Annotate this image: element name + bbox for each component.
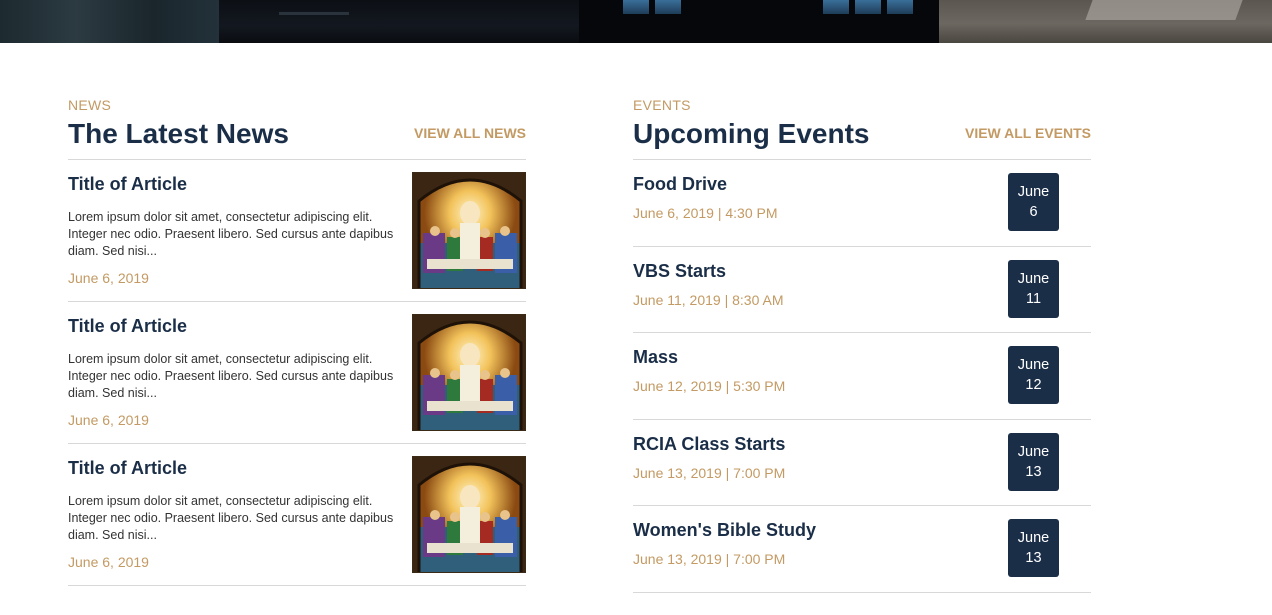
hero-image-segment [579,0,939,43]
article-title[interactable]: Title of Article [68,174,187,195]
hero-image-segment [0,0,219,43]
event-datetime: June 13, 2019 | 7:00 PM [633,551,786,568]
event-item[interactable]: VBS Starts June 11, 2019 | 8:30 AM June … [633,247,1091,334]
badge-month: June [1017,184,1050,200]
article-date: June 6, 2019 [68,270,149,286]
events-section: EVENTS Upcoming Events VIEW ALL EVENTS F… [633,96,1091,593]
article-thumbnail[interactable] [412,314,526,431]
event-item[interactable]: RCIA Class Starts June 13, 2019 | 7:00 P… [633,420,1091,507]
badge-month: June [1017,443,1050,460]
event-item[interactable]: Women's Bible Study June 13, 2019 | 7:00… [633,506,1091,593]
news-eyebrow: NEWS [68,97,112,113]
hero-image-segment [219,0,579,43]
badge-day: 12 [1025,377,1042,394]
event-datetime: June 11, 2019 | 8:30 AM [633,291,784,308]
event-datetime: June 12, 2019 | 5:30 PM [633,378,786,395]
badge-day: 13 [1025,550,1042,567]
badge-month: June [1017,357,1050,374]
article-date: June 6, 2019 [68,412,149,428]
hero-image-segment [939,0,1272,43]
badge-month: June [1017,530,1050,547]
event-title[interactable]: RCIA Class Starts [633,434,785,455]
events-heading: Upcoming Events [633,118,870,149]
news-article[interactable]: Title of Article Lorem ipsum dolor sit a… [68,160,526,302]
event-datetime: June 13, 2019 | 7:00 PM [633,464,786,481]
view-all-events-link[interactable]: VIEW ALL EVENTS [965,124,1091,142]
event-date-badge: June 6 [1008,173,1059,231]
view-all-news-link[interactable]: VIEW ALL NEWS [414,124,526,142]
news-article[interactable]: Title of Article Lorem ipsum dolor sit a… [68,302,526,444]
event-date-badge: June 13 [1008,432,1059,491]
article-excerpt: Lorem ipsum dolor sit amet, consectetur … [68,210,394,258]
event-title[interactable]: VBS Starts [633,261,726,282]
event-datetime: June 6, 2019 | 4:30 PM [633,205,778,221]
event-date-badge: June 11 [1008,259,1059,318]
news-header: The Latest News VIEW ALL NEWS [68,114,526,160]
event-title[interactable]: Food Drive [633,174,727,195]
event-date-badge: June 12 [1008,346,1059,405]
event-item[interactable]: Food Drive June 6, 2019 | 4:30 PM June 6 [633,160,1091,247]
article-excerpt: Lorem ipsum dolor sit amet, consectetur … [68,494,394,542]
news-article[interactable]: Title of Article Lorem ipsum dolor sit a… [68,444,526,586]
event-title[interactable]: Women's Bible Study [633,520,816,541]
event-title[interactable]: Mass [633,347,678,368]
article-thumbnail[interactable] [412,172,526,289]
badge-day: 11 [1025,290,1042,307]
badge-day: 6 [1029,204,1038,220]
article-title[interactable]: Title of Article [68,458,187,479]
article-title[interactable]: Title of Article [68,316,187,337]
news-section: NEWS The Latest News VIEW ALL NEWS Title… [68,96,526,586]
hero-image-strip [0,0,1272,43]
badge-month: June [1017,270,1050,287]
article-thumbnail[interactable] [412,456,526,573]
event-item[interactable]: Mass June 12, 2019 | 5:30 PM June 12 [633,333,1091,420]
event-date-badge: June 13 [1008,519,1059,578]
article-date: June 6, 2019 [68,554,149,570]
events-header: Upcoming Events VIEW ALL EVENTS [633,114,1091,160]
article-excerpt: Lorem ipsum dolor sit amet, consectetur … [68,352,394,400]
badge-day: 13 [1025,463,1042,480]
events-eyebrow: EVENTS [633,97,691,113]
news-heading: The Latest News [68,118,289,149]
